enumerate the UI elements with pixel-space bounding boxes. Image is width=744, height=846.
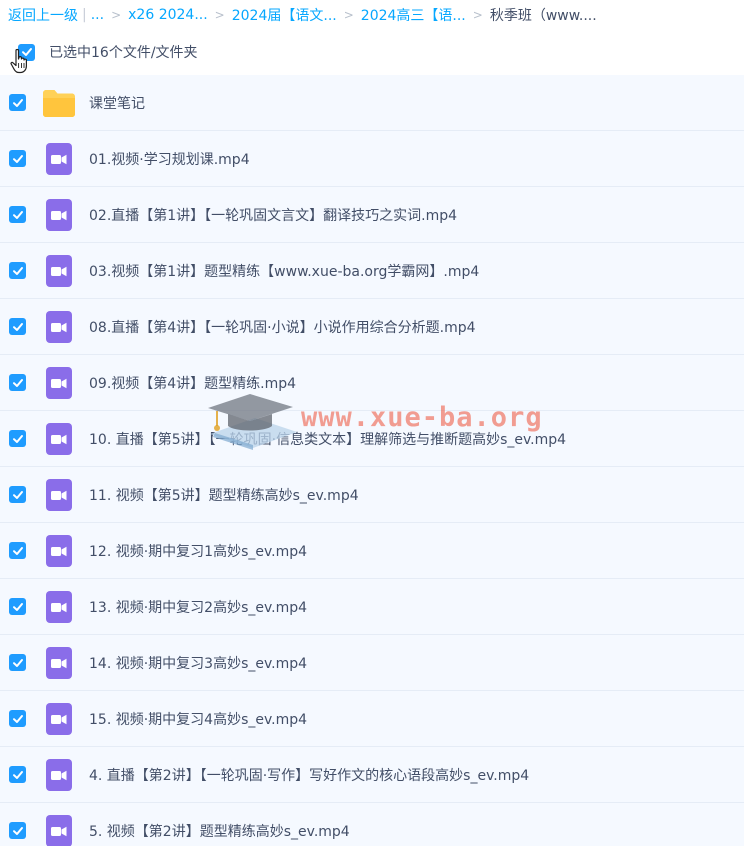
checkmark-icon — [12, 770, 23, 779]
file-name[interactable]: 08.直播【第4讲】【一轮巩固·小说】小说作用综合分析题.mp4 — [89, 317, 476, 337]
file-name[interactable]: 10. 直播【第5讲】【一轮巩固·信息类文本】理解筛选与推断题高妙s_ev.mp… — [89, 429, 566, 449]
checkmark-icon — [12, 658, 23, 667]
file-list: 课堂笔记 01.视频·学习规划课.mp4 02.直播【第1讲】【一轮巩固文言文】翻译… — [0, 75, 744, 846]
file-row[interactable]: 09.视频【第4讲】题型精练.mp4 — [0, 355, 744, 411]
file-row[interactable]: 13. 视频·期中复习2高妙s_ev.mp4 — [0, 579, 744, 635]
video-file-icon — [42, 142, 76, 176]
checkmark-icon — [12, 434, 23, 443]
checkmark-icon — [12, 266, 23, 275]
breadcrumb-separator: > — [111, 8, 122, 22]
file-checkbox[interactable] — [9, 822, 26, 839]
checkmark-icon — [12, 98, 23, 107]
video-file-icon — [42, 478, 76, 512]
file-name[interactable]: 03.视频【第1讲】题型精练【www.xue-ba.org学霸网】.mp4 — [89, 261, 479, 281]
selection-header: 已选中16个文件/文件夹 — [0, 30, 744, 74]
file-row[interactable]: 02.直播【第1讲】【一轮巩固文言文】翻译技巧之实词.mp4 — [0, 187, 744, 243]
file-row[interactable]: 03.视频【第1讲】题型精练【www.xue-ba.org学霸网】.mp4 — [0, 243, 744, 299]
checkmark-icon — [12, 546, 23, 555]
checkmark-icon — [12, 378, 23, 387]
folder-icon — [42, 86, 76, 120]
file-checkbox[interactable] — [9, 598, 26, 615]
file-name[interactable]: 02.直播【第1讲】【一轮巩固文言文】翻译技巧之实词.mp4 — [89, 205, 457, 225]
video-file-icon — [42, 534, 76, 568]
file-row[interactable]: 10. 直播【第5讲】【一轮巩固·信息类文本】理解筛选与推断题高妙s_ev.mp… — [0, 411, 744, 467]
file-row[interactable]: 15. 视频·期中复习4高妙s_ev.mp4 — [0, 691, 744, 747]
breadcrumb-separator: > — [214, 8, 225, 22]
file-row[interactable]: 08.直播【第4讲】【一轮巩固·小说】小说作用综合分析题.mp4 — [0, 299, 744, 355]
video-file-icon — [42, 422, 76, 456]
file-row[interactable]: 11. 视频【第5讲】题型精练高妙s_ev.mp4 — [0, 467, 744, 523]
back-link[interactable]: 返回上一级 — [8, 5, 78, 25]
breadcrumb-separator: > — [472, 8, 483, 22]
file-name[interactable]: 11. 视频【第5讲】题型精练高妙s_ev.mp4 — [89, 485, 359, 505]
checkmark-icon — [12, 154, 23, 163]
file-checkbox[interactable] — [9, 766, 26, 783]
video-file-icon — [42, 198, 76, 232]
video-file-icon — [42, 758, 76, 792]
file-checkbox[interactable] — [9, 206, 26, 223]
breadcrumb-item[interactable]: x26 2024... — [128, 7, 208, 23]
file-row[interactable]: 01.视频·学习规划课.mp4 — [0, 131, 744, 187]
file-checkbox[interactable] — [9, 654, 26, 671]
breadcrumb-current: 秋季班（www.... — [489, 8, 597, 24]
checkmark-icon — [12, 210, 23, 219]
file-name[interactable]: 12. 视频·期中复习1高妙s_ev.mp4 — [89, 541, 307, 561]
file-checkbox[interactable] — [9, 710, 26, 727]
checkmark-icon — [12, 490, 23, 499]
breadcrumb-item[interactable]: 2024届【语文... — [232, 5, 337, 25]
video-file-icon — [42, 254, 76, 288]
breadcrumb: 返回上一级 | ... > x26 2024... > 2024届【语文... … — [0, 0, 744, 30]
file-checkbox[interactable] — [9, 374, 26, 391]
checkmark-icon — [12, 602, 23, 611]
file-name[interactable]: 课堂笔记 — [89, 93, 145, 113]
breadcrumb-separator: > — [343, 8, 354, 22]
file-name[interactable]: 01.视频·学习规划课.mp4 — [89, 149, 250, 169]
video-file-icon — [42, 366, 76, 400]
file-checkbox[interactable] — [9, 318, 26, 335]
video-file-icon — [42, 646, 76, 680]
video-file-icon — [42, 590, 76, 624]
file-checkbox[interactable] — [9, 542, 26, 559]
file-row[interactable]: 课堂笔记 — [0, 75, 744, 131]
video-file-icon — [42, 702, 76, 736]
file-checkbox[interactable] — [9, 94, 26, 111]
hand-cursor-icon — [10, 48, 27, 74]
file-name[interactable]: 4. 直播【第2讲】【一轮巩固·写作】写好作文的核心语段高妙s_ev.mp4 — [89, 765, 529, 785]
file-row[interactable]: 12. 视频·期中复习1高妙s_ev.mp4 — [0, 523, 744, 579]
file-name[interactable]: 09.视频【第4讲】题型精练.mp4 — [89, 373, 296, 393]
breadcrumb-item[interactable]: 2024高三【语... — [361, 5, 466, 25]
breadcrumb-ellipsis[interactable]: ... — [91, 7, 104, 23]
checkmark-icon — [12, 826, 23, 835]
file-name[interactable]: 5. 视频【第2讲】题型精练高妙s_ev.mp4 — [89, 821, 350, 841]
file-checkbox[interactable] — [9, 430, 26, 447]
file-name[interactable]: 15. 视频·期中复习4高妙s_ev.mp4 — [89, 709, 307, 729]
file-name[interactable]: 14. 视频·期中复习3高妙s_ev.mp4 — [89, 653, 307, 673]
file-row[interactable]: 4. 直播【第2讲】【一轮巩固·写作】写好作文的核心语段高妙s_ev.mp4 — [0, 747, 744, 803]
file-checkbox[interactable] — [9, 150, 26, 167]
file-checkbox[interactable] — [9, 262, 26, 279]
checkmark-icon — [12, 714, 23, 723]
breadcrumb-divider: | — [82, 7, 87, 23]
video-file-icon — [42, 814, 76, 846]
selection-count: 已选中16个文件/文件夹 — [49, 45, 198, 61]
file-checkbox[interactable] — [9, 486, 26, 503]
video-file-icon — [42, 310, 76, 344]
file-row[interactable]: 5. 视频【第2讲】题型精练高妙s_ev.mp4 — [0, 803, 744, 846]
checkmark-icon — [12, 322, 23, 331]
file-name[interactable]: 13. 视频·期中复习2高妙s_ev.mp4 — [89, 597, 307, 617]
file-row[interactable]: 14. 视频·期中复习3高妙s_ev.mp4 — [0, 635, 744, 691]
